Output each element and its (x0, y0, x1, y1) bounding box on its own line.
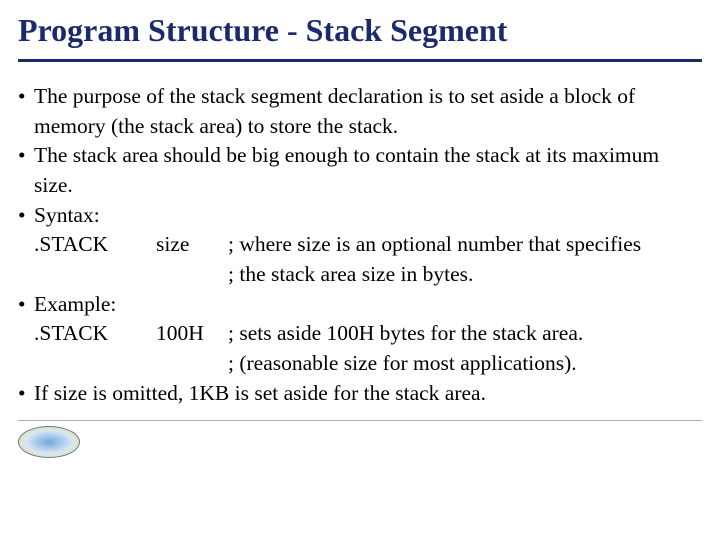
bullet-dot: • (18, 379, 34, 409)
comment: ; where size is an optional number that … (228, 230, 641, 260)
bullet-text: The purpose of the stack segment declara… (34, 82, 702, 141)
bullet-item: • Syntax: (18, 201, 702, 231)
slide-title: Program Structure - Stack Segment (18, 12, 702, 62)
footer-rule (18, 420, 702, 421)
bullet-dot: • (18, 82, 34, 141)
slide-body: • The purpose of the stack segment decla… (18, 82, 702, 408)
bullet-dot: • (18, 141, 34, 200)
slide: Program Structure - Stack Segment • The … (0, 0, 720, 408)
bullet-text: Example: (34, 290, 116, 320)
bullet-text: The stack area should be big enough to c… (34, 141, 702, 200)
bullet-dot: • (18, 201, 34, 231)
bullet-item: • The stack area should be big enough to… (18, 141, 702, 200)
syntax-row: ; the stack area size in bytes. (18, 260, 702, 290)
comment: ; sets aside 100H bytes for the stack ar… (228, 319, 583, 349)
logo-icon (18, 426, 80, 458)
syntax-row: .STACK size ; where size is an optional … (18, 230, 702, 260)
directive: .STACK (34, 319, 156, 349)
bullet-item: • The purpose of the stack segment decla… (18, 82, 702, 141)
comment: ; (reasonable size for most applications… (228, 349, 577, 379)
directive: .STACK (34, 230, 156, 260)
argument (156, 349, 228, 379)
argument: 100H (156, 319, 228, 349)
comment: ; the stack area size in bytes. (228, 260, 473, 290)
example-row: .STACK 100H ; sets aside 100H bytes for … (18, 319, 702, 349)
argument (156, 260, 228, 290)
bullet-text: If size is omitted, 1KB is set aside for… (34, 379, 486, 409)
bullet-dot: • (18, 290, 34, 320)
bullet-item: • Example: (18, 290, 702, 320)
bullet-item: • If size is omitted, 1KB is set aside f… (18, 379, 702, 409)
bullet-text: Syntax: (34, 201, 100, 231)
directive (34, 260, 156, 290)
directive (34, 349, 156, 379)
argument: size (156, 230, 228, 260)
example-row: ; (reasonable size for most applications… (18, 349, 702, 379)
